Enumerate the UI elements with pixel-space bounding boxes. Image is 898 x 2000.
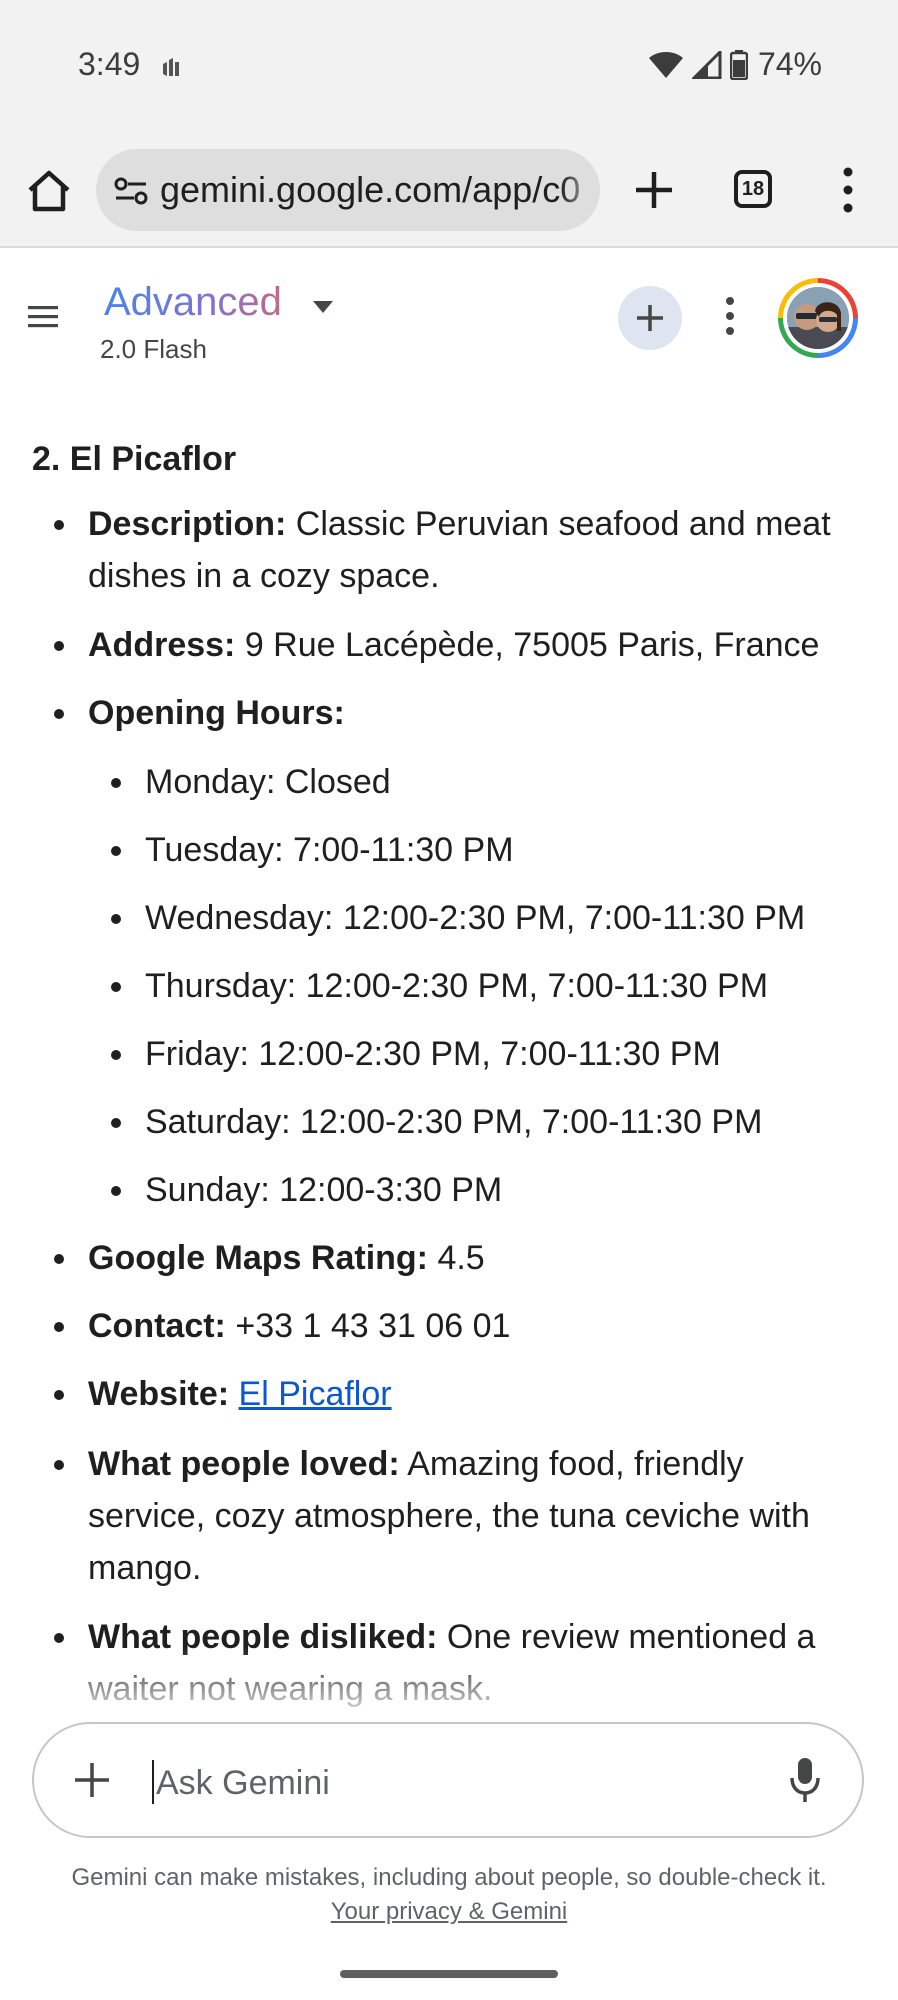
- dropdown-caret-icon[interactable]: [312, 300, 334, 314]
- avatar-border: [783, 283, 853, 353]
- status-bar: 3:49 74%: [0, 0, 898, 136]
- tab-switcher-button[interactable]: 18: [734, 170, 772, 208]
- more-vert-icon[interactable]: [720, 294, 740, 338]
- hours-item-saturday: Saturday: 12:00-2:30 PM, 7:00-11:30 PM: [111, 1096, 865, 1148]
- website-label: Website:: [88, 1375, 230, 1413]
- hours-item-sunday: Sunday: 12:00-3:30 PM: [111, 1164, 865, 1216]
- account-avatar[interactable]: [778, 278, 858, 358]
- list-item-loved: What people loved: Amazing food, friendl…: [54, 1438, 858, 1594]
- gesture-home-indicator[interactable]: [340, 1970, 558, 1978]
- scroll-fade: [0, 1648, 898, 1714]
- privacy-link[interactable]: Your privacy & Gemini: [331, 1898, 568, 1925]
- browser-more-vert-icon[interactable]: [836, 164, 860, 216]
- contact-value: +33 1 43 31 06 01: [225, 1307, 511, 1345]
- signal-icon: [691, 50, 722, 79]
- notification-icon: [163, 58, 179, 76]
- plus-icon: [637, 305, 663, 331]
- list-item-website: Website: El Picaflor: [54, 1368, 858, 1420]
- avatar-photo: [787, 287, 849, 349]
- response-content: 2. El Picaflor Description: Classic Peru…: [0, 368, 898, 1714]
- hours-item-wednesday: Wednesday: 12:00-2:30 PM, 7:00-11:30 PM: [111, 892, 865, 944]
- list-item-rating: Google Maps Rating: 4.5: [54, 1232, 858, 1284]
- rating-label: Google Maps Rating:: [88, 1239, 428, 1277]
- status-time: 3:49: [78, 46, 141, 82]
- list-item-description: Description: Classic Peruvian seafood an…: [54, 498, 858, 602]
- model-version: 2.0 Flash: [100, 334, 207, 364]
- list-item-opening-hours: Opening Hours:: [54, 687, 858, 739]
- tune-icon[interactable]: [114, 175, 148, 207]
- restaurant-heading: 2. El Picaflor: [32, 440, 237, 478]
- url-fade: [560, 149, 600, 231]
- home-icon[interactable]: [24, 166, 74, 216]
- contact-label: Contact:: [88, 1307, 226, 1345]
- hours-item-tuesday: Tuesday: 7:00-11:30 PM: [111, 824, 865, 876]
- battery-percent: 74%: [757, 46, 822, 82]
- battery-icon: [729, 49, 748, 80]
- rating-value: 4.5: [428, 1239, 485, 1277]
- ask-gemini-input[interactable]: [154, 1752, 718, 1814]
- opening-hours-label: Opening Hours:: [88, 694, 345, 732]
- app-header: Advanced 2.0 Flash: [0, 248, 898, 368]
- list-item-address: Address: 9 Rue Lacépède, 75005 Paris, Fr…: [54, 619, 858, 671]
- loved-label: What people loved:: [88, 1445, 400, 1483]
- wifi-icon: [648, 51, 683, 78]
- url-text: gemini.google.com/app/c0: [160, 169, 581, 210]
- profile-photo-icon: [787, 287, 849, 349]
- new-chat-button[interactable]: [618, 286, 682, 350]
- disclaimer-text: Gemini can make mistakes, including abou…: [71, 1864, 827, 1891]
- hours-item-monday: Monday: Closed: [111, 756, 865, 808]
- new-tab-plus-icon[interactable]: [630, 166, 678, 214]
- website-link[interactable]: El Picaflor: [239, 1375, 392, 1413]
- hours-item-friday: Friday: 12:00-2:30 PM, 7:00-11:30 PM: [111, 1028, 865, 1080]
- address-value: 9 Rue Lacépède, 75005 Paris, France: [235, 626, 820, 664]
- browser-toolbar: gemini.google.com/app/c0 18: [0, 136, 898, 248]
- model-selector-title[interactable]: Advanced: [104, 280, 282, 325]
- prompt-input-container[interactable]: [32, 1722, 864, 1838]
- hours-item-thursday: Thursday: 12:00-2:30 PM, 7:00-11:30 PM: [111, 960, 865, 1012]
- microphone-icon[interactable]: [788, 1756, 822, 1804]
- hamburger-icon[interactable]: [26, 302, 62, 332]
- status-indicators: 74%: [648, 46, 822, 83]
- add-attachment-plus-icon[interactable]: [72, 1760, 112, 1800]
- privacy-link-container: Your privacy & Gemini: [0, 1898, 898, 1926]
- address-label: Address:: [88, 626, 236, 664]
- address-bar[interactable]: gemini.google.com/app/c0: [96, 149, 600, 231]
- description-label: Description:: [88, 505, 287, 543]
- list-item-contact: Contact: +33 1 43 31 06 01: [54, 1300, 858, 1352]
